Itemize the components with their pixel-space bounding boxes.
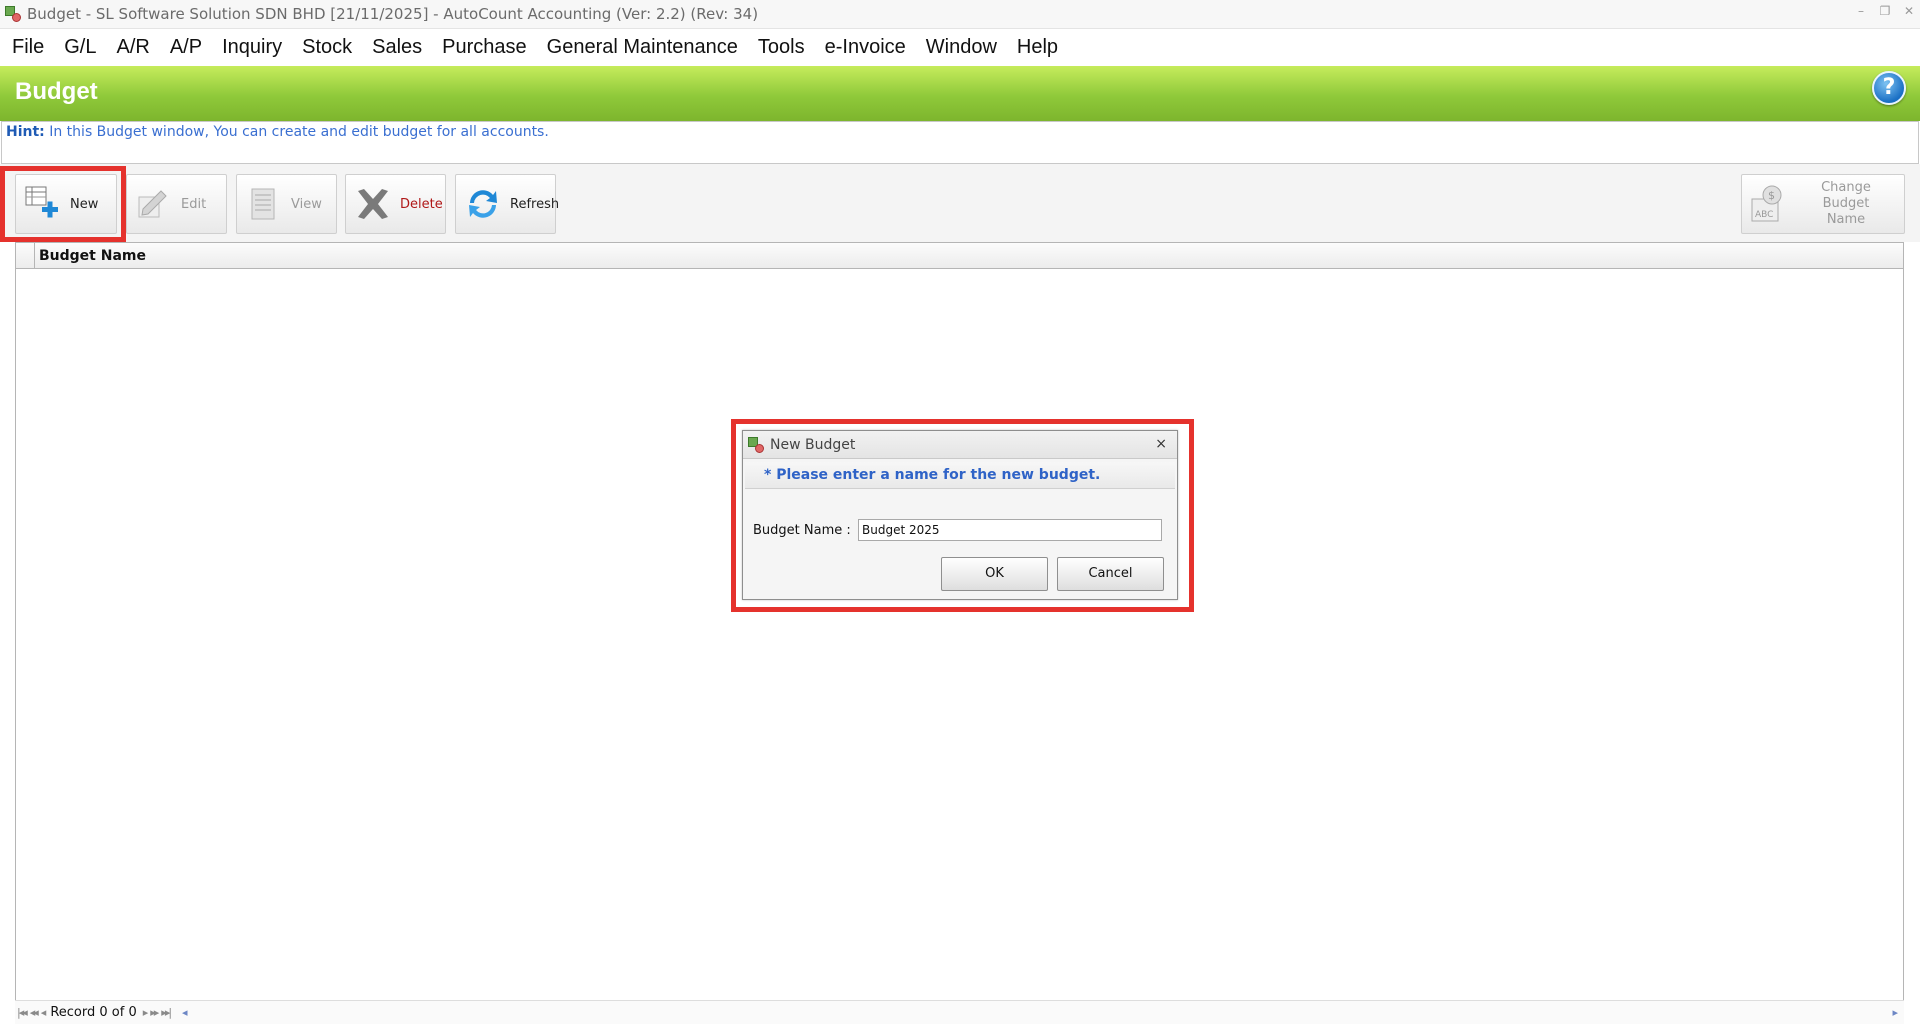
title-bar: Budget - SL Software Solution SDN BHD [2…: [0, 0, 1920, 29]
menu-help[interactable]: Help: [1009, 36, 1066, 59]
autocount-app-icon: [5, 6, 21, 22]
first-record-icon[interactable]: |◂◂: [17, 1006, 28, 1019]
dialog-app-icon: [748, 436, 764, 453]
dialog-title: New Budget: [770, 436, 856, 453]
menu-gl[interactable]: G/L: [56, 36, 104, 59]
budget-name-row: Budget Name :: [753, 519, 1162, 541]
refresh-button[interactable]: Refresh: [455, 174, 560, 234]
menu-file[interactable]: File: [4, 36, 52, 59]
menu-stock[interactable]: Stock: [294, 36, 360, 59]
scroll-left-icon[interactable]: ◂: [182, 1006, 187, 1019]
prev-page-icon[interactable]: ◂◂: [30, 1006, 39, 1019]
menu-inquiry[interactable]: Inquiry: [214, 36, 290, 59]
menu-purchase[interactable]: Purchase: [434, 36, 535, 59]
menu-tools[interactable]: Tools: [750, 36, 813, 59]
edit-icon: [133, 183, 175, 225]
window-controls: – ❐ ✕: [1854, 4, 1916, 18]
delete-button-label: Delete: [400, 196, 443, 212]
hint-label: Hint:: [6, 124, 45, 140]
menu-general-maintenance[interactable]: General Maintenance: [539, 36, 746, 59]
budget-grid[interactable]: Budget Name: [15, 242, 1904, 1004]
dialog-title-bar: New Budget ×: [743, 431, 1177, 459]
help-icon[interactable]: ?: [1872, 71, 1906, 105]
svg-text:ABC: ABC: [1755, 210, 1773, 220]
scroll-right-icon[interactable]: ▸: [1892, 1006, 1898, 1019]
page-header: Budget ?: [0, 66, 1920, 121]
new-button-highlight: [0, 166, 126, 242]
menu-ar[interactable]: A/R: [108, 36, 157, 59]
delete-button[interactable]: Delete: [345, 174, 446, 234]
menu-bar: File G/L A/R A/P Inquiry Stock Sales Pur…: [0, 29, 1920, 66]
menu-window[interactable]: Window: [918, 36, 1005, 59]
page-title: Budget: [15, 78, 98, 105]
hint-text: In this Budget window, You can create an…: [49, 124, 549, 140]
row-indicator-column: [16, 243, 35, 268]
grid-header: Budget Name: [16, 243, 1903, 269]
ok-button[interactable]: OK: [941, 557, 1048, 591]
delete-x-icon: [352, 183, 394, 225]
change-budget-name-label: Change Budget Name: [1821, 180, 1871, 227]
refresh-button-label: Refresh: [510, 196, 560, 212]
column-header-budget-name[interactable]: Budget Name: [35, 248, 146, 264]
hint-panel: Hint: In this Budget window, You can cre…: [1, 121, 1919, 164]
budget-name-input[interactable]: [858, 519, 1162, 541]
menu-ap[interactable]: A/P: [162, 36, 210, 59]
window-title: Budget - SL Software Solution SDN BHD [2…: [27, 5, 759, 23]
toolbar: New Edit View Delete Refresh ABC $ Chang…: [0, 164, 1920, 242]
new-budget-dialog: New Budget × * Please enter a name for t…: [742, 430, 1178, 600]
restore-icon[interactable]: ❐: [1878, 4, 1892, 18]
view-document-icon: [243, 183, 285, 225]
record-navigator: |◂◂ ◂◂ ◂ Record 0 of 0 ▸ ▸▸ ▸▸| ◂ ▸: [15, 1000, 1904, 1024]
svg-text:$: $: [1768, 189, 1775, 202]
edit-button[interactable]: Edit: [126, 174, 227, 234]
view-button[interactable]: View: [236, 174, 337, 234]
next-page-icon[interactable]: ▸▸: [150, 1006, 159, 1019]
dialog-instruction: * Please enter a name for the new budget…: [745, 462, 1175, 489]
refresh-icon: [462, 183, 504, 225]
minimize-icon[interactable]: –: [1854, 4, 1868, 18]
budget-name-label: Budget Name :: [753, 522, 851, 538]
last-record-icon[interactable]: ▸▸|: [161, 1006, 172, 1019]
view-button-label: View: [291, 196, 322, 212]
next-record-icon[interactable]: ▸: [143, 1006, 148, 1019]
close-icon[interactable]: ×: [1155, 436, 1167, 452]
menu-e-invoice[interactable]: e-Invoice: [817, 36, 914, 59]
close-window-icon[interactable]: ✕: [1902, 4, 1916, 18]
record-count: Record 0 of 0: [50, 1005, 137, 1020]
prev-record-icon[interactable]: ◂: [41, 1006, 46, 1019]
cancel-button[interactable]: Cancel: [1057, 557, 1164, 591]
change-name-icon: ABC $: [1748, 183, 1790, 225]
edit-button-label: Edit: [181, 196, 207, 212]
menu-sales[interactable]: Sales: [364, 36, 430, 59]
change-budget-name-button[interactable]: ABC $ Change Budget Name: [1741, 174, 1905, 234]
